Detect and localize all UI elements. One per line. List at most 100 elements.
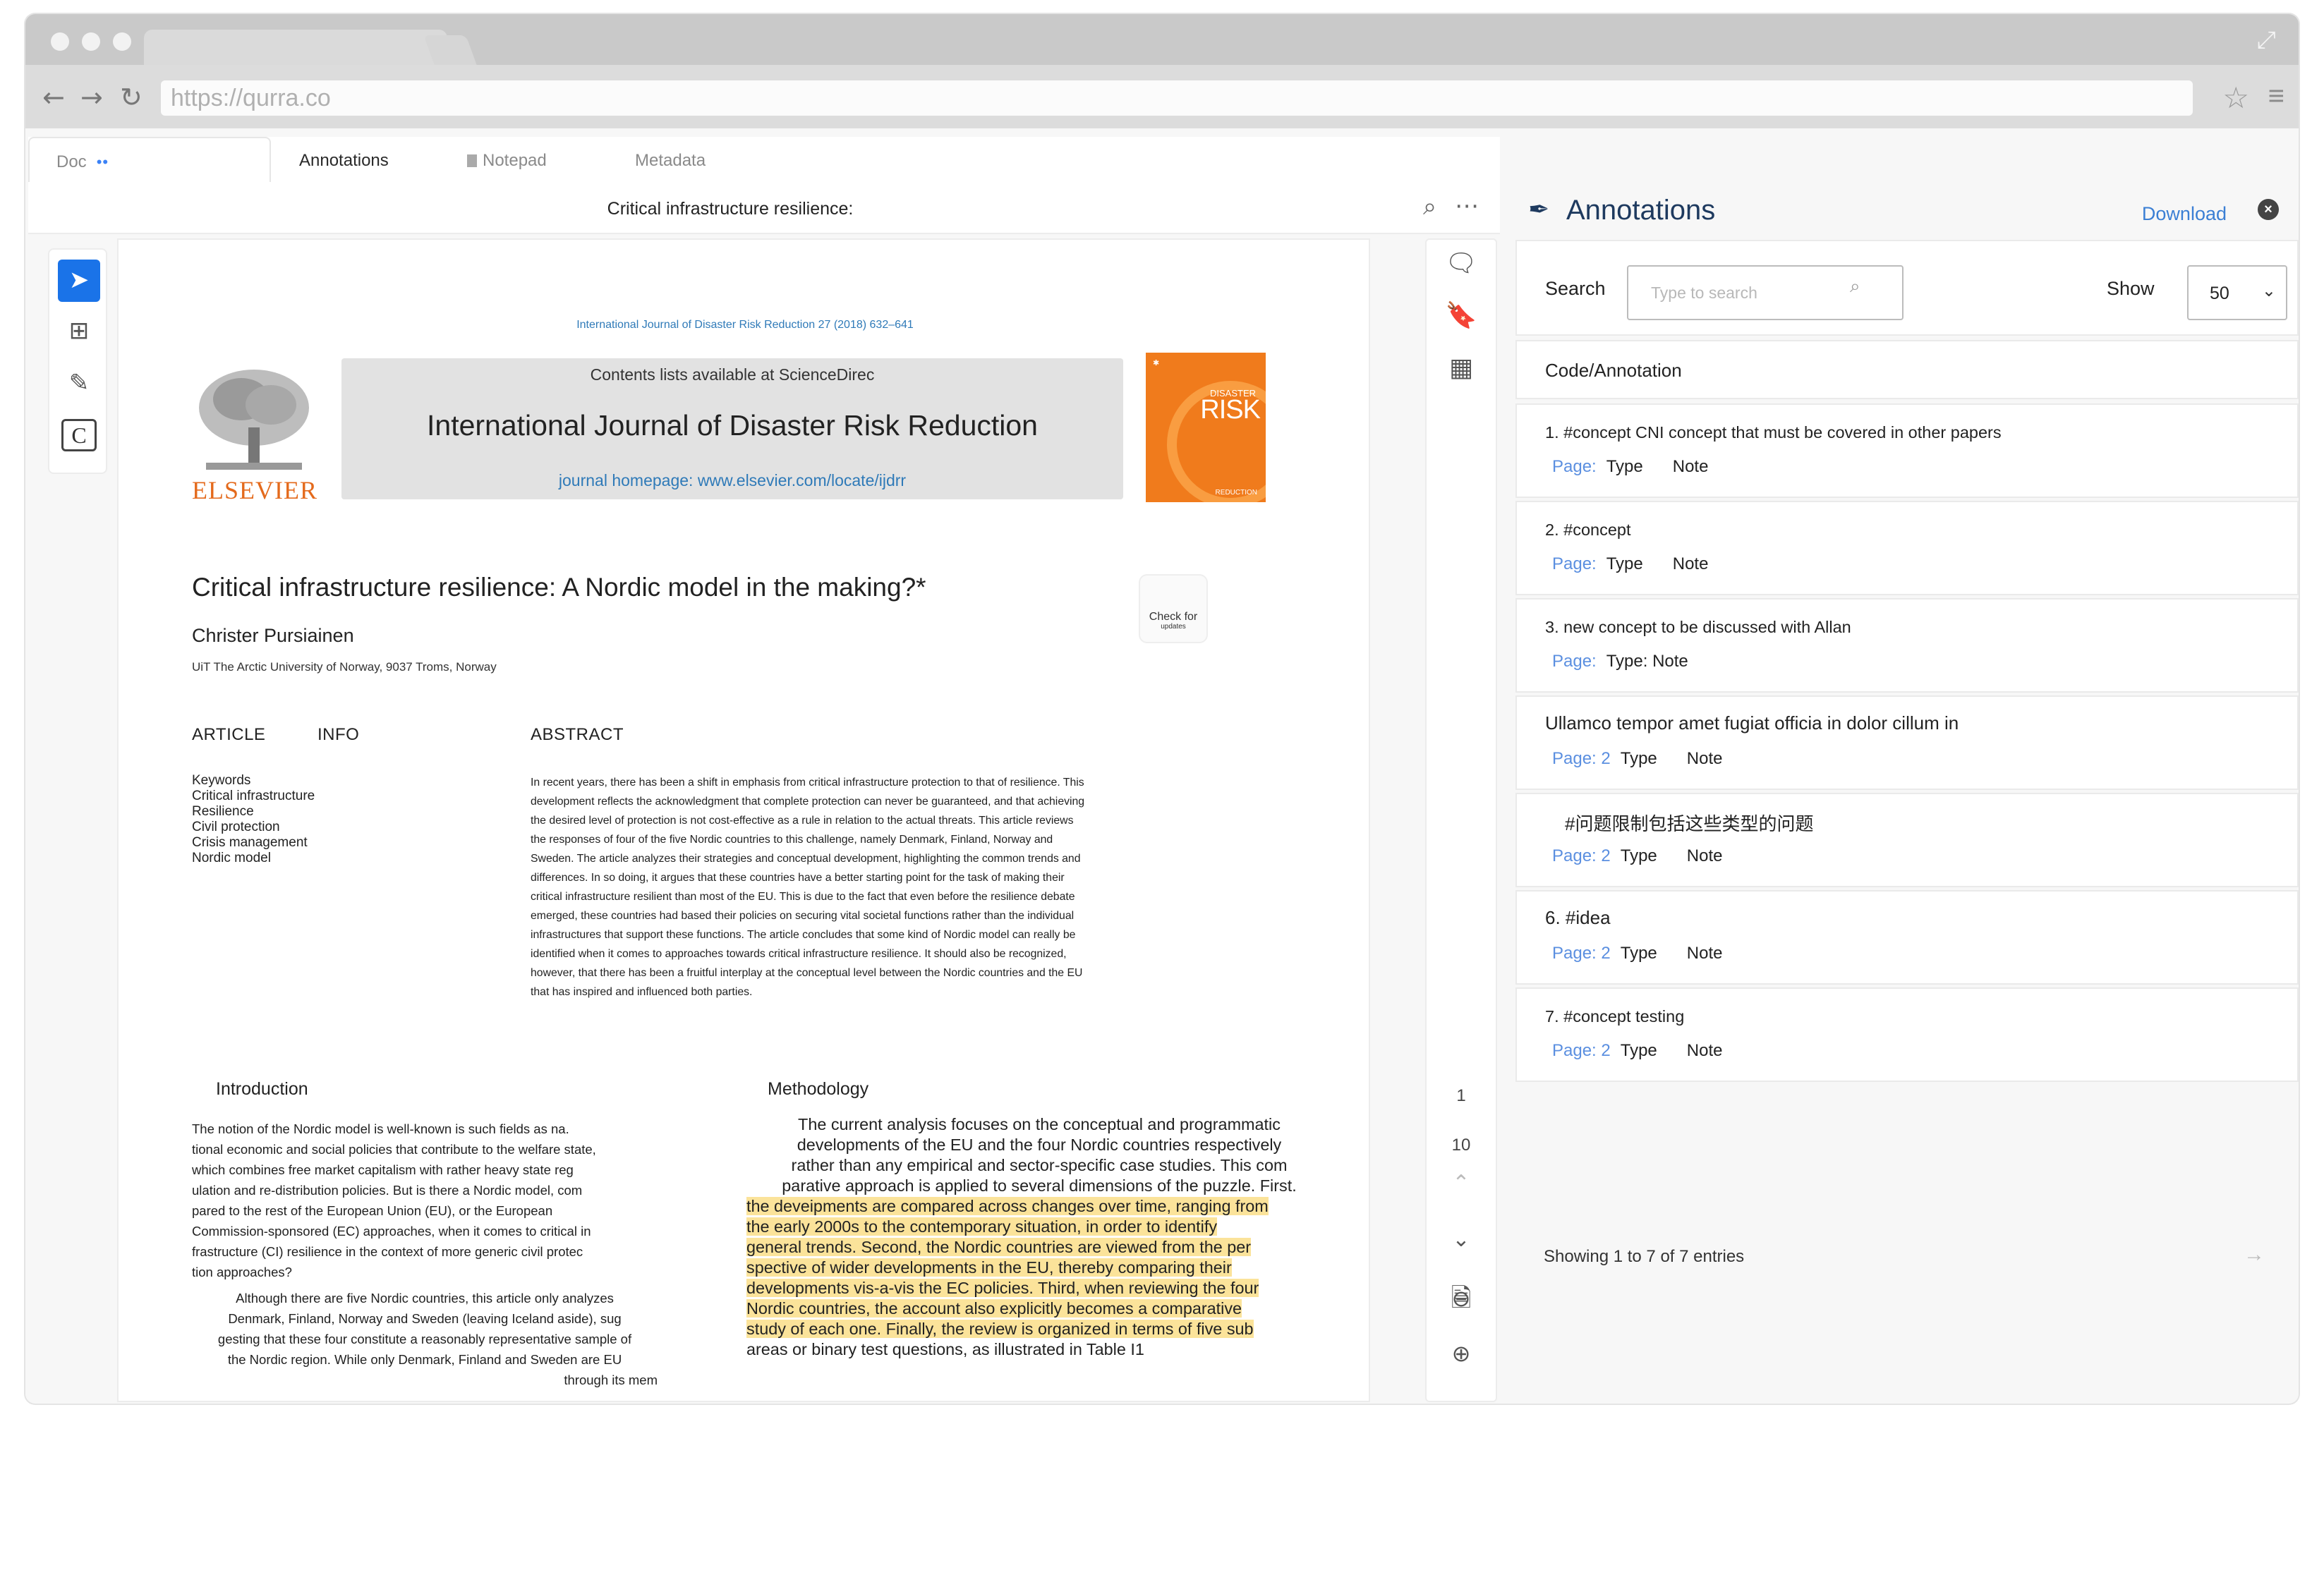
intro-line: through its mem <box>564 1373 658 1387</box>
tab-doc[interactable]: Doc •• <box>28 137 271 182</box>
chevron-up-icon[interactable]: ⌃ <box>1427 1171 1496 1196</box>
more-options-icon[interactable]: ⋯ <box>1455 192 1479 220</box>
window-minimize-dot[interactable] <box>82 32 100 51</box>
annotation-note: Note <box>1686 1041 1723 1060</box>
annotation-item[interactable]: 6. #idea Page: 2 Type Note <box>1515 890 2299 985</box>
annotation-note: Note <box>1686 749 1723 768</box>
annotation-item[interactable]: 7. #concept testing Page: 2 Type Note <box>1515 987 2299 1082</box>
intro-line: tional economic and social policies that… <box>192 1142 596 1157</box>
annotation-meta: Page: Type Note <box>1552 457 1708 477</box>
intro-line: pared to the rest of the European Union … <box>192 1203 553 1218</box>
browser-tab[interactable] <box>144 30 447 69</box>
unsaved-dots: •• <box>96 153 109 171</box>
annotation-text: 1. #concept CNI concept that must be cov… <box>1545 423 2002 442</box>
annotation-item[interactable]: 3. new concept to be discussed with Alla… <box>1515 598 2299 693</box>
abstract-line: emerged, these countries had based their… <box>531 910 1075 922</box>
bookmark-icon[interactable]: 🔖 <box>1427 300 1496 330</box>
document-viewer[interactable]: International Journal of Disaster Risk R… <box>117 238 1370 1402</box>
methodology-text[interactable]: The current analysis focuses on the conc… <box>746 1114 1332 1360</box>
annotation-type: Type <box>1620 1041 1657 1060</box>
info-heading: INFO <box>317 725 360 744</box>
highlight-tool-button[interactable]: ✎ <box>58 363 100 405</box>
cursor-icon: ➤ <box>68 267 90 293</box>
next-page-arrow-icon[interactable]: → <box>2244 1243 2265 1267</box>
viewer-side-controls: 🗨 🔖 ▦ 1 10 ⌃ ⌄ 🗎 ⊕ <box>1425 238 1497 1402</box>
reload-icon[interactable]: ↻ <box>120 82 143 113</box>
journal-banner: Contents lists available at ScienceDirec… <box>341 358 1123 499</box>
keyword-item: Crisis management <box>192 835 308 850</box>
bookmark-star-icon[interactable]: ☆ <box>2222 80 2249 115</box>
search-icon: ⌕ <box>1850 275 1860 296</box>
annotation-page-link[interactable]: Page: <box>1552 554 1597 573</box>
code-tool-button[interactable]: C <box>61 419 97 451</box>
tab-metadata[interactable]: Metadata <box>635 137 706 182</box>
method-line: The current analysis focuses on the conc… <box>798 1115 1281 1133</box>
annotation-page-link[interactable]: Page: 2 <box>1552 944 1611 963</box>
annotation-note: Note <box>1672 457 1709 476</box>
grid-view-icon[interactable]: ▦ <box>1427 353 1496 382</box>
back-icon[interactable]: ← <box>42 82 65 113</box>
fullscreen-icon[interactable]: ⤢ <box>2257 27 2276 54</box>
chevron-down-icon[interactable]: ⌄ <box>1427 1227 1496 1252</box>
intro-paragraph-2: Although there are five Nordic countries… <box>192 1288 658 1390</box>
abstract-line: infrastructures that support these funct… <box>531 929 1076 941</box>
highlighted-line: general trends. Second, the Nordic count… <box>746 1238 1252 1256</box>
journal-homepage-link[interactable]: journal homepage: www.elsevier.com/locat… <box>341 471 1123 490</box>
annotation-page-link[interactable]: Page: 2 <box>1552 749 1611 768</box>
annotation-text: 2. #concept <box>1545 521 1631 539</box>
forward-icon[interactable]: → <box>80 82 103 113</box>
method-line: parative approach is applied to several … <box>782 1176 1297 1195</box>
annotation-meta: Page: 2 Type Note <box>1552 1041 1722 1061</box>
highlighted-passage[interactable]: the deveipments are compared across chan… <box>746 1196 1332 1339</box>
browser-menu-icon[interactable]: ≡ <box>2268 80 2284 112</box>
annotation-meta: Page: Type: Note <box>1552 652 1718 671</box>
search-input[interactable]: Type to search <box>1627 265 1904 320</box>
annotation-type: Type <box>1620 944 1657 963</box>
cover-big-title: RISK <box>1200 395 1261 425</box>
annotation-item[interactable]: #问题限制包括这些类型的问题 Page: 2 Type Note <box>1515 793 2299 887</box>
search-icon[interactable]: ⌕ <box>1423 193 1436 221</box>
highlighted-line: developments vis-a-vis the EC policies. … <box>746 1279 1259 1297</box>
annotation-item[interactable]: Ullamco tempor amet fugiat officia in do… <box>1515 695 2299 790</box>
annotation-text: 7. #concept testing <box>1545 1007 1685 1026</box>
abstract-line: Sweden. The article analyzes their strat… <box>531 853 1081 865</box>
annotation-text: #问题限制包括这些类型的问题 <box>1565 813 1814 834</box>
download-link[interactable]: Download <box>2142 203 2227 225</box>
tab-annotations[interactable]: Annotations <box>299 137 389 182</box>
abstract-line: the responses of four of the five Nordic… <box>531 834 1053 846</box>
zoom-in-icon[interactable]: ⊕ <box>1427 1340 1496 1367</box>
annotation-item[interactable]: 2. #concept Page: Type Note <box>1515 501 2299 595</box>
select-tool-button[interactable]: ➤ <box>58 260 100 302</box>
tab-notepad[interactable]: Notepad <box>467 137 547 182</box>
address-bar[interactable]: https://qurra.co <box>161 80 2193 116</box>
highlighted-line: spective of wider developments in the EU… <box>746 1258 1232 1277</box>
comment-tool-button[interactable]: ⊞ <box>58 310 100 353</box>
contents-line: Contents lists available at ScienceDirec <box>590 365 875 384</box>
column-header: Code/Annotation <box>1515 340 2299 399</box>
current-page-number[interactable]: 1 <box>1427 1086 1496 1106</box>
cover-sub-title: REDUCTION <box>1215 489 1257 497</box>
comments-icon[interactable]: 🗨 <box>1427 248 1496 278</box>
zoom-out-icon[interactable]: ⊖ <box>1425 1285 1497 1312</box>
elsevier-wordmark: ELSEVIER <box>192 476 317 504</box>
window-maximize-dot[interactable] <box>113 32 131 51</box>
column-title: Code/Annotation <box>1545 360 1682 381</box>
annotation-page-link[interactable]: Page: <box>1552 457 1597 476</box>
annotation-page-link[interactable]: Page: <box>1552 652 1597 671</box>
close-panel-icon[interactable]: × <box>2258 199 2279 220</box>
methodology-heading: Methodology <box>768 1079 869 1099</box>
tab-doc-label: Doc <box>56 152 87 171</box>
notepad-icon <box>467 154 477 167</box>
annotation-page-link[interactable]: Page: 2 <box>1552 1041 1611 1060</box>
page-size-select[interactable]: 50 ⌄ <box>2187 265 2287 320</box>
annotation-item[interactable]: 1. #concept CNI concept that must be cov… <box>1515 403 2299 498</box>
abstract-line: development reflects the acknowledgment … <box>531 796 1085 808</box>
paper-author: Christer Pursiainen <box>192 625 354 646</box>
check-for-updates-badge[interactable]: Check for updates <box>1140 576 1206 642</box>
annotation-meta: Page: 2 Type Note <box>1552 749 1722 769</box>
window-close-dot[interactable] <box>51 32 69 51</box>
intro-line: frastructure (CI) resilience in the cont… <box>192 1244 583 1259</box>
annotation-type: Type <box>1606 457 1643 476</box>
annotation-page-link[interactable]: Page: 2 <box>1552 846 1611 865</box>
tab-notepad-label: Notepad <box>483 151 547 170</box>
